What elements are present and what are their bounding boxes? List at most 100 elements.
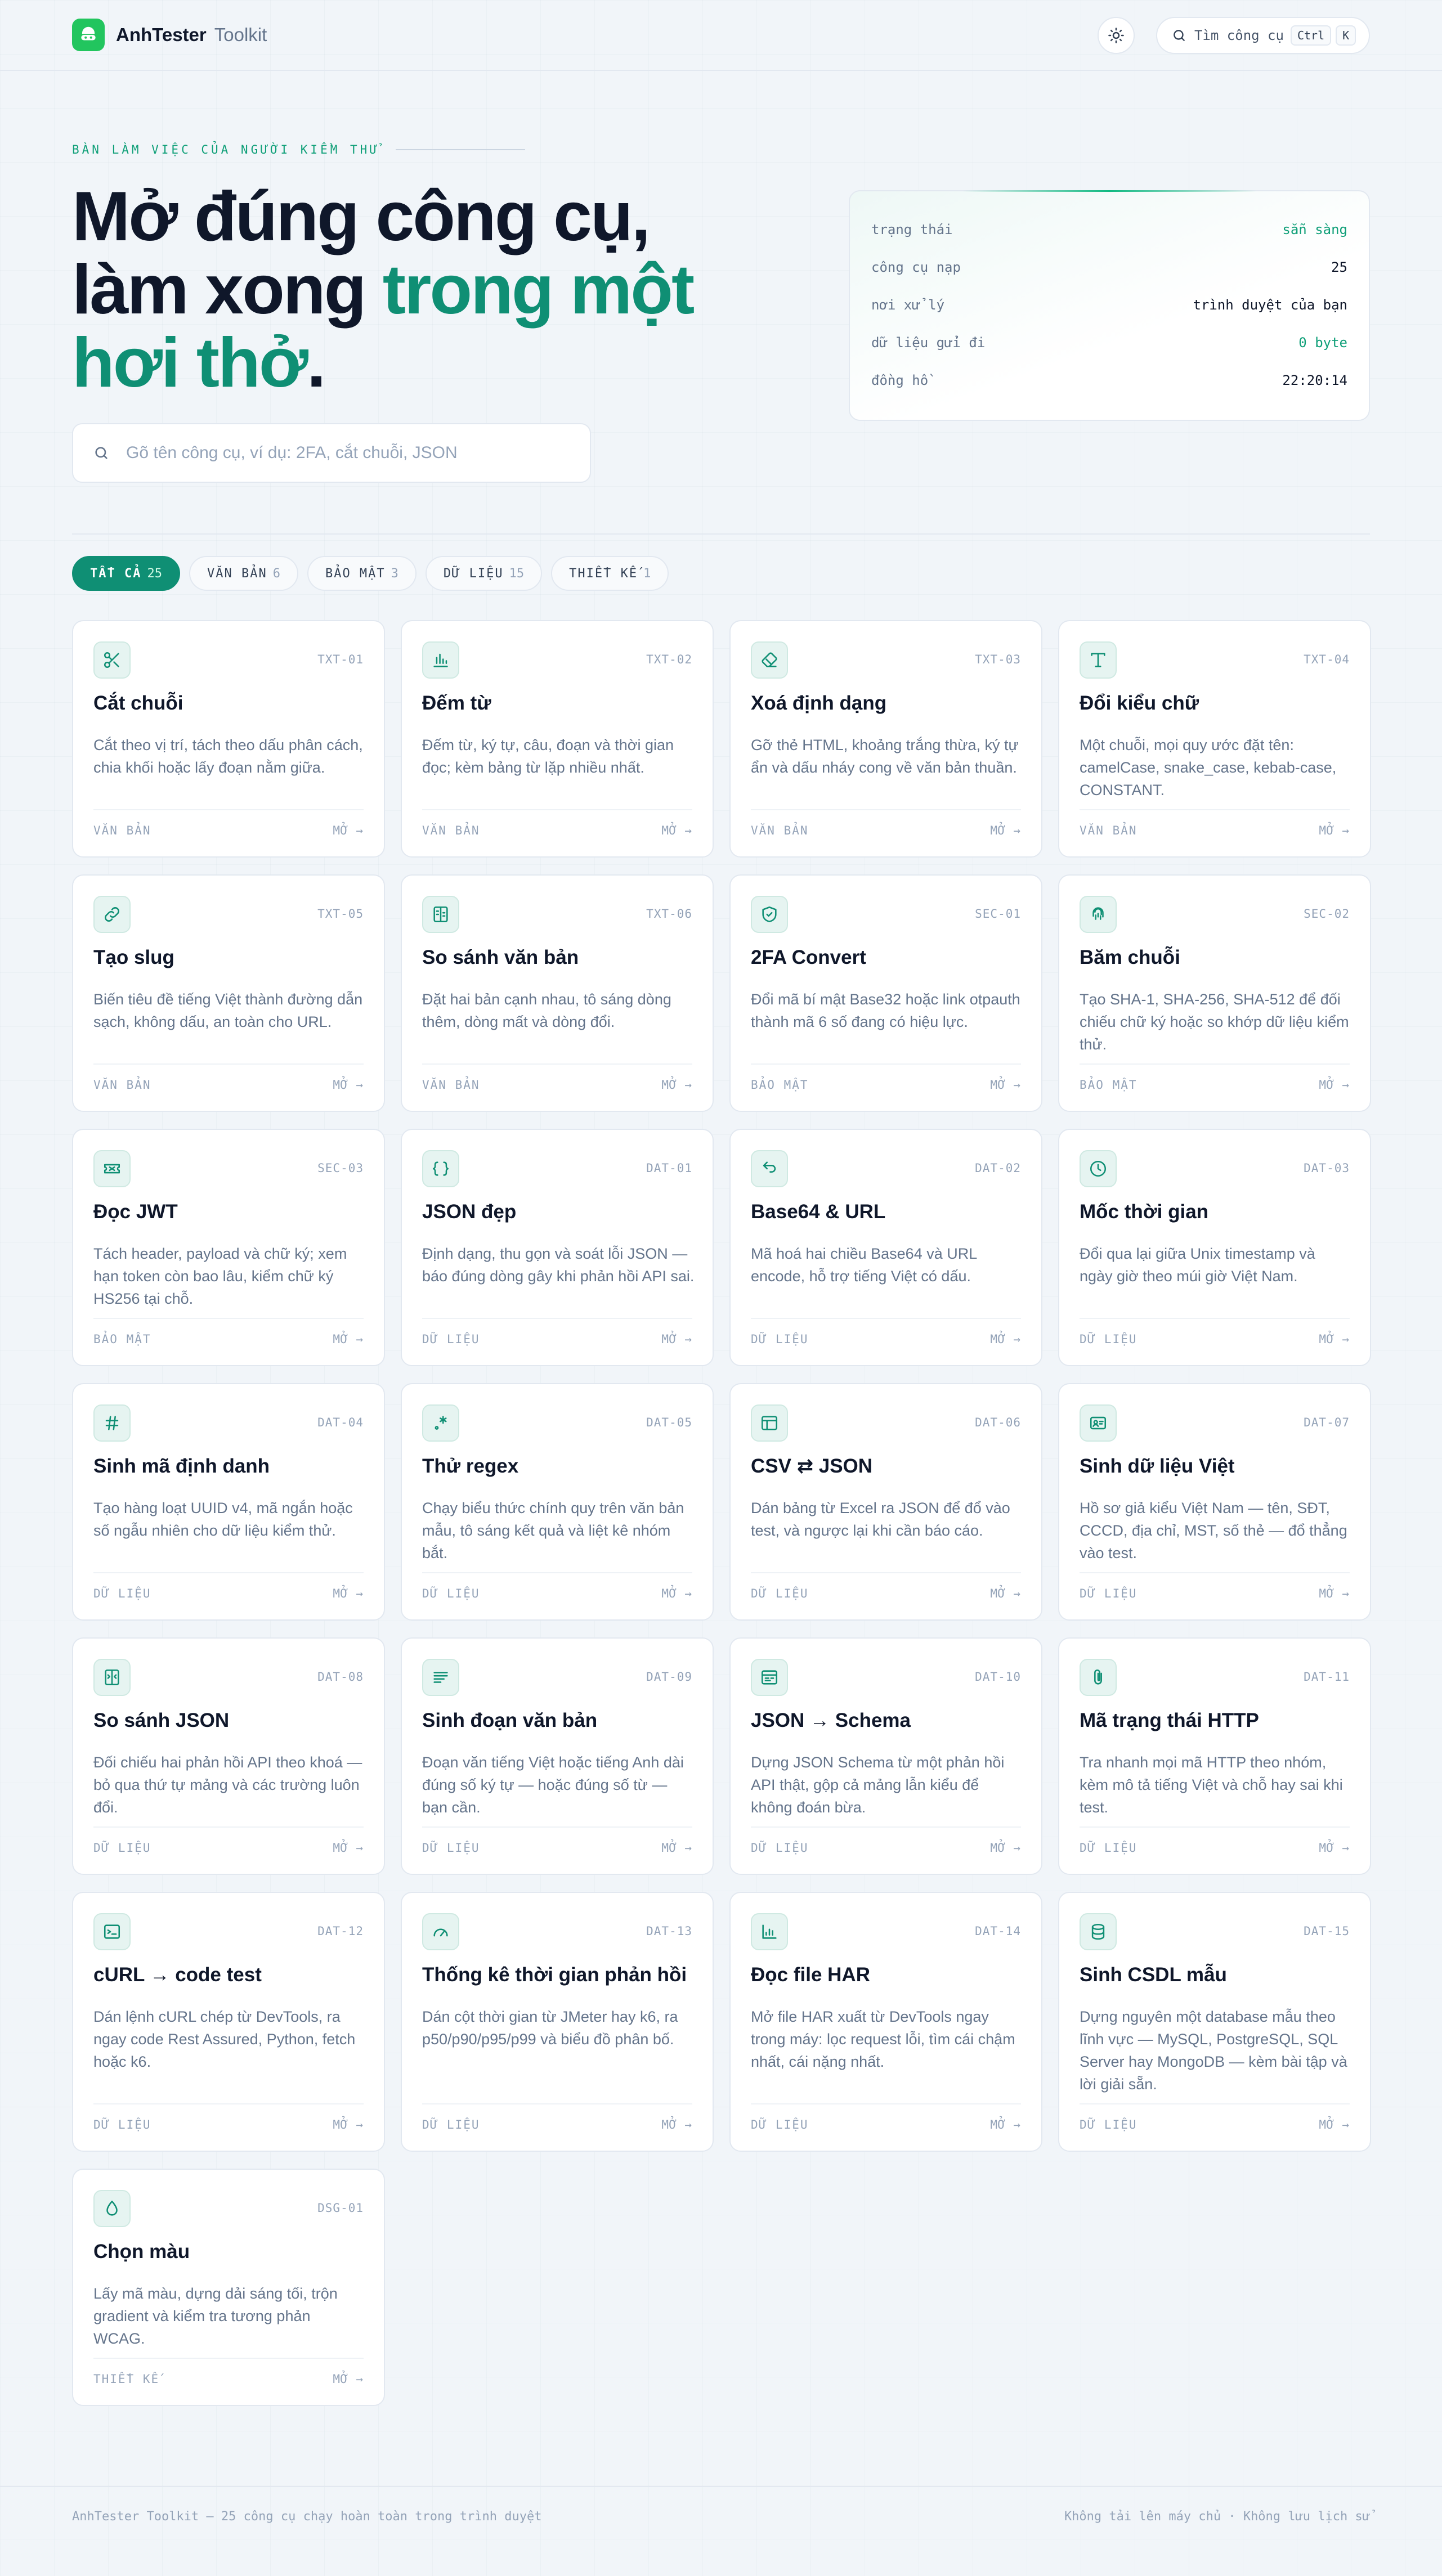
- tool-search-box[interactable]: [72, 423, 591, 483]
- tool-card[interactable]: DAT-03 Mốc thời gian Đổi qua lại giữa Unix…: [1058, 1129, 1371, 1366]
- open-tool-link[interactable]: MỞ →: [661, 824, 692, 837]
- card-divider: [1080, 2103, 1350, 2104]
- open-tool-link[interactable]: MỞ →: [990, 1078, 1021, 1092]
- tool-card[interactable]: SEC-03 Đọc JWT Tách header, payload và chữ…: [72, 1129, 385, 1366]
- tool-code: DAT-08: [317, 1670, 364, 1684]
- status-key: công cụ nạp: [871, 259, 961, 275]
- theme-toggle-button[interactable]: [1098, 17, 1135, 54]
- brand-name: AnhTester: [116, 24, 207, 45]
- filter-chip[interactable]: BẢO MẬT 3: [307, 556, 417, 591]
- open-tool-link[interactable]: MỞ →: [661, 1841, 692, 1855]
- tool-card[interactable]: DAT-06 CSV ⇄ JSON Dán bảng từ Excel ra JSO…: [729, 1383, 1042, 1621]
- filter-chip[interactable]: TẤT CẢ 25: [72, 556, 180, 591]
- tool-card[interactable]: TXT-05 Tạo slug Biến tiêu đề tiếng Việt th…: [72, 874, 385, 1112]
- status-value: 22:20:14: [1282, 372, 1347, 388]
- open-tool-link[interactable]: MỞ →: [661, 1078, 692, 1092]
- tool-card[interactable]: DAT-14 Đọc file HAR Mở file HAR xuất từ De…: [729, 1892, 1042, 2152]
- open-tool-link[interactable]: MỞ →: [333, 1587, 364, 1600]
- open-tool-link[interactable]: MỞ →: [661, 1587, 692, 1600]
- open-tool-link[interactable]: MỞ →: [1319, 824, 1350, 837]
- tool-category: VĂN BẢN: [422, 824, 480, 837]
- tool-code: TXT-04: [1304, 653, 1350, 666]
- search-icon: [95, 447, 108, 459]
- ticket-icon: [93, 1150, 131, 1187]
- status-key: nơi xử lý: [871, 297, 945, 313]
- filter-count: 6: [272, 566, 280, 581]
- tool-card[interactable]: TXT-01 Cắt chuỗi Cắt theo vị trí, tách the…: [72, 620, 385, 858]
- command-search-button[interactable]: Tìm công cụ Ctrl K: [1156, 17, 1370, 54]
- tool-card[interactable]: TXT-04 Đổi kiểu chữ Một chuỗi, mọi quy ước…: [1058, 620, 1371, 858]
- open-tool-link[interactable]: MỞ →: [661, 2118, 692, 2131]
- tool-category: VĂN BẢN: [751, 824, 809, 837]
- open-tool-link[interactable]: MỞ →: [990, 1841, 1021, 1855]
- tool-card[interactable]: DAT-10 JSON → Schema Dựng JSON Schema từ m…: [729, 1637, 1042, 1875]
- tool-card[interactable]: DAT-02 Base64 & URL Mã hoá hai chiều Base6…: [729, 1129, 1042, 1366]
- tool-card[interactable]: DSG-01 Chọn màu Lấy mã màu, dựng dải sáng …: [72, 2169, 385, 2406]
- open-tool-link[interactable]: MỞ →: [1319, 1078, 1350, 1092]
- tool-card[interactable]: DAT-09 Sinh đoạn văn bản Đoạn văn tiếng Vi…: [401, 1637, 714, 1875]
- open-tool-link[interactable]: MỞ →: [333, 824, 364, 837]
- tool-category: DỮ LIỆU: [422, 1332, 480, 1346]
- status-row: trạng thái sẵn sàng: [871, 210, 1347, 248]
- type-icon: [1080, 641, 1117, 679]
- open-tool-link[interactable]: MỞ →: [333, 1332, 364, 1346]
- tool-card[interactable]: SEC-01 2FA Convert Đổi mã bí mật Base32 ho…: [729, 874, 1042, 1112]
- status-row: nơi xử lý trình duyệt của bạn: [871, 286, 1347, 324]
- tool-card[interactable]: DAT-07 Sinh dữ liệu Việt Hồ sơ giả kiểu Vi…: [1058, 1383, 1371, 1621]
- open-tool-link[interactable]: MỞ →: [990, 1332, 1021, 1346]
- tool-category: VĂN BẢN: [93, 1078, 151, 1092]
- tool-category: DỮ LIỆU: [93, 2118, 151, 2131]
- tool-card[interactable]: DAT-12 cURL → code test Dán lệnh cURL chép…: [72, 1892, 385, 2152]
- tool-card[interactable]: TXT-02 Đếm từ Đếm từ, ký tự, câu, đoạn và …: [401, 620, 714, 858]
- tool-code: SEC-03: [317, 1161, 364, 1175]
- open-tool-link[interactable]: MỞ →: [1319, 2118, 1350, 2131]
- status-value: trình duyệt của bạn: [1193, 297, 1347, 313]
- droplet-icon: [93, 2190, 131, 2227]
- open-tool-link[interactable]: MỞ →: [1319, 1841, 1350, 1855]
- brand[interactable]: AnhTester Toolkit: [72, 19, 267, 51]
- open-tool-link[interactable]: MỞ →: [333, 2372, 364, 2386]
- tool-description: Chạy biểu thức chính quy trên văn bản mẫ…: [422, 1500, 684, 1561]
- card-divider: [422, 1318, 692, 1319]
- tool-card[interactable]: DAT-11 Mã trạng thái HTTP Tra nhanh mọi mã…: [1058, 1637, 1371, 1875]
- filter-count: 15: [509, 566, 525, 581]
- tool-search-input[interactable]: [126, 443, 576, 463]
- open-tool-link[interactable]: MỞ →: [333, 1841, 364, 1855]
- open-tool-link[interactable]: MỞ →: [990, 2118, 1021, 2131]
- tool-card[interactable]: DAT-05 Thử regex Chạy biểu thức chính quy …: [401, 1383, 714, 1621]
- open-tool-link[interactable]: MỞ →: [661, 1332, 692, 1346]
- filter-label: VĂN BẢN: [207, 566, 267, 581]
- tool-description: Tạo hàng loạt UUID v4, mã ngắn hoặc số n…: [93, 1500, 353, 1539]
- tool-card[interactable]: DAT-13 Thống kê thời gian phản hồi Dán cột…: [401, 1892, 714, 2152]
- open-tool-link[interactable]: MỞ →: [990, 824, 1021, 837]
- tool-description: Đoạn văn tiếng Việt hoặc tiếng Anh dài đ…: [422, 1754, 684, 1816]
- card-divider: [751, 2103, 1021, 2104]
- tool-description: Dựng JSON Schema từ một phản hồi API thậ…: [751, 1754, 1005, 1816]
- filter-chip[interactable]: THIẾT KẾ 1: [551, 556, 669, 591]
- open-tool-link[interactable]: MỞ →: [1319, 1587, 1350, 1600]
- tool-description: Đặt hai bản cạnh nhau, tô sáng dòng thêm…: [422, 991, 671, 1030]
- tool-card[interactable]: TXT-06 So sánh văn bản Đặt hai bản cạnh nh…: [401, 874, 714, 1112]
- tool-card[interactable]: SEC-02 Băm chuỗi Tạo SHA-1, SHA-256, SHA-5…: [1058, 874, 1371, 1112]
- tool-card[interactable]: DAT-08 So sánh JSON Đối chiếu hai phản hồi…: [72, 1637, 385, 1875]
- tool-description: Biến tiêu đề tiếng Việt thành đường dẫn …: [93, 991, 363, 1030]
- hero-title-line2: làm xong: [72, 251, 383, 329]
- tool-code: TXT-02: [646, 653, 692, 666]
- shield-check-icon: [751, 896, 788, 933]
- tool-card[interactable]: DAT-15 Sinh CSDL mẫu Dựng nguyên một datab…: [1058, 1892, 1371, 2152]
- tool-card[interactable]: TXT-03 Xoá định dạng Gỡ thẻ HTML, khoảng t…: [729, 620, 1042, 858]
- tool-title: Đọc file HAR: [751, 1964, 870, 1986]
- card-divider: [93, 2358, 364, 2359]
- open-tool-link[interactable]: MỞ →: [1319, 1332, 1350, 1346]
- open-tool-link[interactable]: MỞ →: [333, 2118, 364, 2131]
- tool-title: Mốc thời gian: [1080, 1201, 1209, 1223]
- open-tool-link[interactable]: MỞ →: [333, 1078, 364, 1092]
- card-divider: [93, 1063, 364, 1065]
- open-tool-link[interactable]: MỞ →: [990, 1587, 1021, 1600]
- tool-code: DAT-13: [646, 1924, 692, 1938]
- filter-chip[interactable]: DỮ LIỆU 15: [425, 556, 543, 591]
- tool-card[interactable]: DAT-01 JSON đẹp Định dạng, thu gọn và soát…: [401, 1129, 714, 1366]
- sun-icon: [1108, 28, 1124, 43]
- filter-chip[interactable]: VĂN BẢN 6: [189, 556, 298, 591]
- tool-card[interactable]: DAT-04 Sinh mã định danh Tạo hàng loạt UUI…: [72, 1383, 385, 1621]
